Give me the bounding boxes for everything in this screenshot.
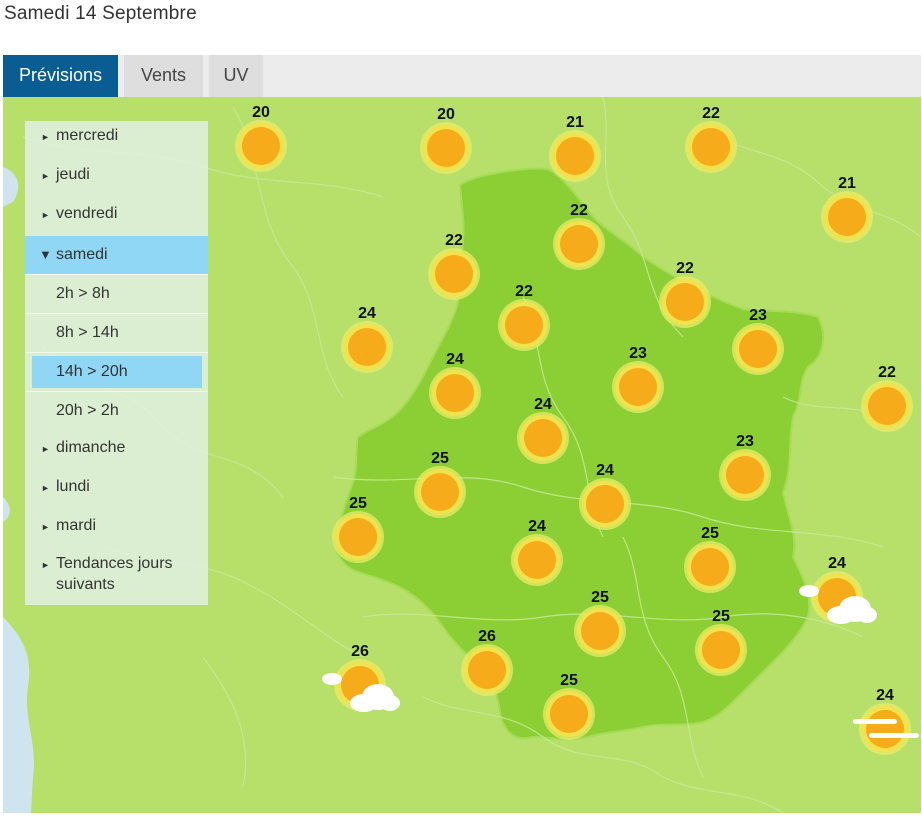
tab-bar: Prévisions Vents UV bbox=[3, 55, 921, 97]
arrow-right-icon: ► bbox=[41, 171, 50, 181]
page-title: Samedi 14 Septembre bbox=[4, 3, 197, 24]
sun-icon bbox=[659, 276, 711, 328]
menu-item-mardi[interactable]: ► mardi bbox=[25, 517, 208, 543]
sun-icon bbox=[579, 478, 631, 530]
menu-item-samedi[interactable]: ▼ samedi bbox=[25, 236, 208, 274]
period-20h-2h[interactable]: 20h > 2h bbox=[25, 391, 208, 430]
sun-icon bbox=[543, 688, 595, 740]
sun-icon bbox=[461, 644, 513, 696]
menu-item-lundi[interactable]: ► lundi bbox=[25, 478, 208, 504]
sun-icon bbox=[861, 380, 913, 432]
sun-icon bbox=[511, 534, 563, 586]
sun-icon bbox=[429, 367, 481, 419]
arrow-down-icon: ▼ bbox=[39, 247, 52, 262]
sun-icon bbox=[414, 466, 466, 518]
menu-item-jeudi[interactable]: ► jeudi bbox=[25, 166, 208, 192]
menu-item-vendredi[interactable]: ► vendredi bbox=[25, 205, 208, 231]
sun-icon bbox=[428, 248, 480, 300]
sun-icon bbox=[574, 605, 626, 657]
sun-icon bbox=[553, 218, 605, 270]
menu-item-tendances[interactable]: ► Tendances jours suivants bbox=[25, 555, 208, 599]
sun-icon bbox=[695, 624, 747, 676]
arrow-right-icon: ► bbox=[41, 132, 50, 142]
sun-icon bbox=[235, 120, 287, 172]
sun-icon bbox=[420, 122, 472, 174]
sun-icon bbox=[821, 191, 873, 243]
sun-icon bbox=[498, 299, 550, 351]
sun-icon bbox=[549, 130, 601, 182]
arrow-right-icon: ► bbox=[41, 560, 50, 570]
sun-icon bbox=[341, 321, 393, 373]
sun-icon bbox=[684, 541, 736, 593]
period-2h-8h[interactable]: 2h > 8h bbox=[25, 274, 208, 313]
menu-item-dimanche[interactable]: ► dimanche bbox=[25, 439, 208, 465]
menu-item-mercredi[interactable]: ► mercredi bbox=[25, 127, 208, 153]
tab-uv[interactable]: UV bbox=[209, 55, 263, 97]
sun-icon bbox=[685, 121, 737, 173]
sun-icon bbox=[732, 323, 784, 375]
sun-icon bbox=[612, 361, 664, 413]
arrow-right-icon: ► bbox=[41, 444, 50, 454]
period-14h-20h[interactable]: 14h > 20h bbox=[25, 352, 208, 391]
day-menu: ► mercredi ► jeudi ► vendredi ▼ samedi 2… bbox=[25, 121, 208, 605]
sun-icon bbox=[719, 449, 771, 501]
sun-icon bbox=[332, 511, 384, 563]
tab-previsions[interactable]: Prévisions bbox=[3, 55, 118, 97]
arrow-right-icon: ► bbox=[41, 522, 50, 532]
period-8h-14h[interactable]: 8h > 14h bbox=[25, 313, 208, 352]
tab-vents[interactable]: Vents bbox=[124, 55, 203, 97]
arrow-right-icon: ► bbox=[41, 210, 50, 220]
sun-icon bbox=[517, 412, 569, 464]
arrow-right-icon: ► bbox=[41, 483, 50, 493]
